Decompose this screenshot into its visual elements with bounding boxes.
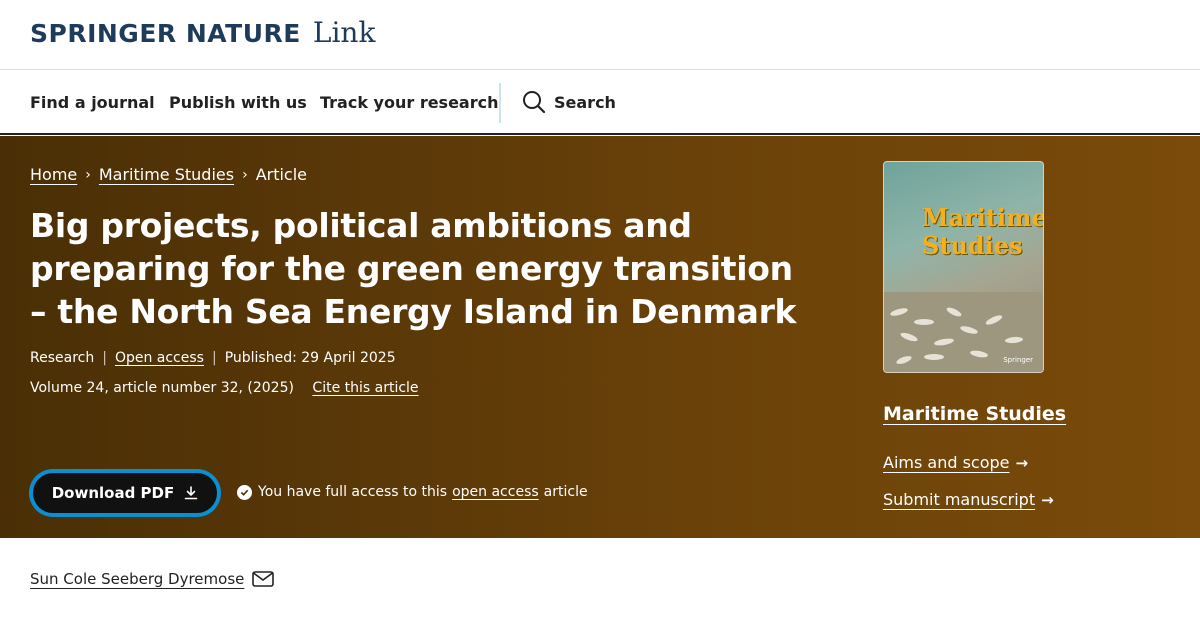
- journal-cover-image[interactable]: Maritime Studies Springer: [883, 161, 1044, 373]
- open-access-link[interactable]: Open access: [115, 350, 204, 366]
- cite-this-article-link[interactable]: Cite this article: [312, 380, 418, 396]
- meta-divider: |: [102, 350, 107, 366]
- logo-suffix: Link: [312, 16, 376, 49]
- nav-find-a-journal[interactable]: Find a journal: [30, 93, 155, 112]
- check-circle-icon: [237, 484, 252, 500]
- chevron-right-icon: ›: [242, 166, 248, 183]
- arrow-right-icon: →: [1015, 453, 1029, 472]
- search-button[interactable]: Search: [522, 90, 616, 114]
- aims-and-scope-link[interactable]: Aims and scope →: [883, 453, 1028, 472]
- access-note-suffix: article: [543, 484, 588, 500]
- chevron-right-icon: ›: [85, 166, 91, 183]
- article-meta: Research | Open access | Published: 29 A…: [30, 350, 396, 366]
- meta-divider: |: [211, 350, 217, 366]
- breadcrumb-home[interactable]: Home: [30, 165, 77, 184]
- download-pdf-button[interactable]: Download PDF: [30, 470, 220, 516]
- search-label: Search: [554, 92, 616, 112]
- article-type: Research: [30, 350, 95, 366]
- logo-brand-name: SPRINGER NATURE: [30, 19, 301, 48]
- cover-publisher: Springer: [1003, 356, 1033, 364]
- access-note: You have full access to this open access…: [237, 484, 588, 500]
- main-nav: Find a journal Publish with us Track you…: [0, 71, 1200, 135]
- email-icon[interactable]: [252, 571, 275, 587]
- breadcrumb: Home › Maritime Studies › Article: [30, 165, 307, 184]
- author-line: Sun Cole Seeberg Dyremose: [30, 570, 275, 588]
- article-hero: Home › Maritime Studies › Article Big pr…: [0, 136, 1200, 538]
- nav-divider: [499, 83, 501, 123]
- breadcrumb-current: Article: [255, 165, 308, 184]
- download-icon: [184, 486, 198, 500]
- cover-title-line-2: Studies: [922, 231, 1023, 260]
- cover-title: Maritime Studies: [922, 203, 1044, 260]
- access-note-open-access-link[interactable]: open access: [452, 484, 539, 500]
- download-pdf-label: Download PDF: [51, 484, 175, 502]
- arrow-right-icon: →: [1041, 490, 1054, 509]
- submit-manuscript-label: Submit manuscript: [883, 490, 1036, 509]
- aims-and-scope-label: Aims and scope: [883, 453, 1010, 472]
- volume-info: Volume 24, article number 32, (2025): [30, 380, 294, 396]
- brand-bar: SPRINGER NATURE Link: [0, 0, 1200, 70]
- nav-publish-with-us[interactable]: Publish with us: [169, 93, 307, 112]
- search-icon: [523, 91, 546, 114]
- author-name-link[interactable]: Sun Cole Seeberg Dyremose: [30, 570, 244, 588]
- article-title: Big projects, political ambitions and pr…: [30, 206, 797, 331]
- article-citation-line: Volume 24, article number 32, (2025) Cit…: [30, 380, 419, 396]
- sidebar-journal-link[interactable]: Maritime Studies: [883, 403, 1066, 425]
- breadcrumb-journal[interactable]: Maritime Studies: [99, 165, 234, 184]
- springer-nature-link-logo[interactable]: SPRINGER NATURE Link: [30, 16, 375, 49]
- nav-track-your-research[interactable]: Track your research: [320, 93, 499, 112]
- access-note-prefix: You have full access to this: [258, 484, 448, 500]
- cover-title-line-1: Maritime: [922, 203, 1044, 232]
- published-date: Published: 29 April 2025: [224, 350, 396, 366]
- submit-manuscript-link[interactable]: Submit manuscript →: [883, 490, 1054, 509]
